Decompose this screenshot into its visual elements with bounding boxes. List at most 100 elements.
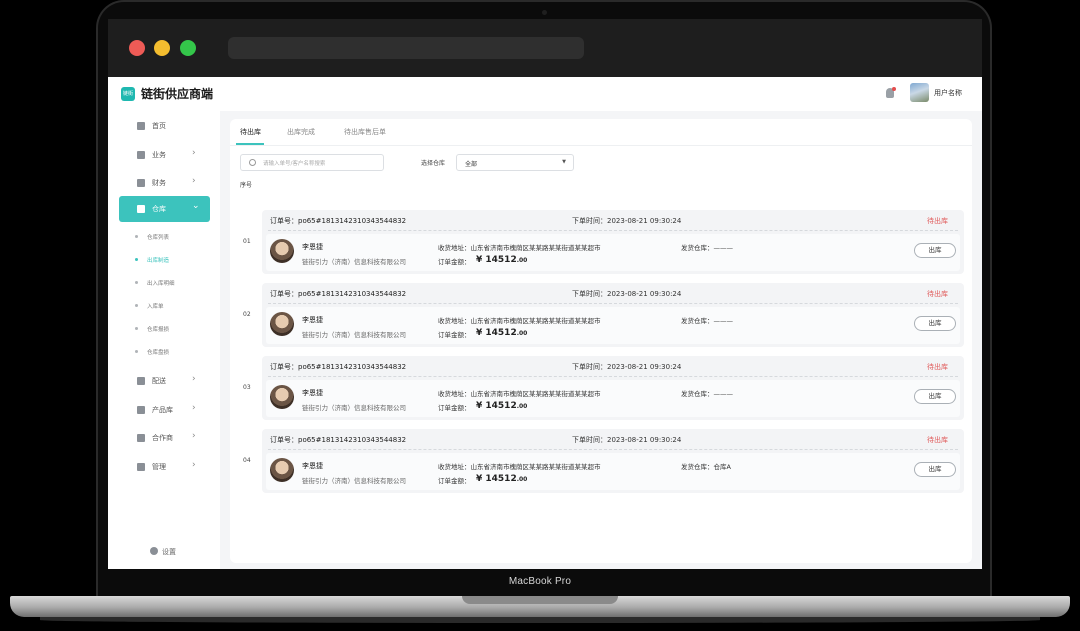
order-number: 订单号：po65#1813142310343544832 — [270, 436, 407, 444]
search-input[interactable]: 请输入单号/客户名称搜索 — [240, 154, 384, 171]
browser-bar — [108, 19, 982, 77]
laptop-mockup: 链街 链街供应商端 用户名称 首页 业务 › 财务 › 仓库 ⌄ 仓库列表 出库… — [0, 0, 1080, 631]
main-panel: 待出库 出库完成 待出库售后单 请输入单号/客户名称搜索 选择仓库 全部 ▼ 序… — [230, 119, 972, 563]
chevron-right-icon: › — [192, 374, 196, 384]
chevron-right-icon: › — [192, 176, 196, 186]
order-time: 下单时间：2023-08-21 09:30:24 — [572, 363, 682, 371]
shipping-warehouse: 发货仓库：——— — [681, 317, 733, 325]
order-number: 订单号：po65#1813142310343544832 — [270, 363, 407, 371]
chevron-right-icon: › — [192, 431, 196, 441]
order-card: 订单号：po65#1813142310343544832 下单时间：2023-0… — [262, 356, 964, 420]
status-badge: 待出库 — [927, 436, 948, 444]
sidebar-item-label: 产品库 — [152, 406, 173, 414]
user-avatar[interactable] — [910, 83, 929, 102]
search-icon — [249, 159, 256, 166]
app-logo-icon: 链街 — [121, 87, 135, 101]
sidebar-item-home[interactable]: 首页 — [119, 113, 210, 139]
sidebar-item-label: 财务 — [152, 179, 166, 187]
minimize-window-button[interactable] — [154, 40, 170, 56]
status-badge: 待出库 — [927, 290, 948, 298]
status-badge: 待出库 — [927, 217, 948, 225]
search-placeholder: 请输入单号/客户名称搜索 — [263, 161, 326, 167]
customer-name: 李恩捷 — [302, 243, 323, 251]
order-seq: 04 — [243, 457, 251, 464]
chevron-right-icon: › — [192, 148, 196, 158]
sidebar-item-label: 业务 — [152, 151, 166, 159]
order-amount: ¥ 14512.00 — [476, 474, 528, 484]
sidebar: 首页 业务 › 财务 › 仓库 ⌄ 仓库列表 出库制造 出入库明细 入库单 仓库… — [108, 111, 220, 569]
customer-avatar — [270, 239, 294, 263]
customer-avatar — [270, 458, 294, 482]
order-card: 订单号：po65#1813142310343544832 下单时间：2023-0… — [262, 210, 964, 274]
amount-label: 订单金额： — [438, 477, 471, 485]
order-number: 订单号：po65#1813142310343544832 — [270, 290, 407, 298]
sidebar-item-products[interactable]: 产品库 › — [119, 397, 210, 423]
amount-label: 订单金额： — [438, 404, 471, 412]
sidebar-item-management[interactable]: 管理 › — [119, 454, 210, 480]
box-icon — [137, 406, 145, 414]
customer-avatar — [270, 385, 294, 409]
device-label: MacBook Pro — [508, 576, 572, 587]
customer-company: 链街引力（济南）信息科技有限公司 — [302, 404, 406, 412]
order-card: 订单号：po65#1813142310343544832 下单时间：2023-0… — [262, 429, 964, 493]
chevron-down-icon: ⌄ — [192, 201, 200, 211]
outbound-button[interactable]: 出库 — [914, 316, 956, 331]
user-name[interactable]: 用户名称 — [934, 88, 962, 98]
customer-company: 链街引力（济南）信息科技有限公司 — [302, 331, 406, 339]
sidebar-item-partners[interactable]: 合作商 › — [119, 425, 210, 451]
order-time: 下单时间：2023-08-21 09:30:24 — [572, 290, 682, 298]
close-window-button[interactable] — [129, 40, 145, 56]
status-badge: 待出库 — [927, 363, 948, 371]
address-bar[interactable] — [228, 37, 584, 59]
app-title: 链街供应商端 — [141, 87, 214, 101]
truck-icon — [137, 377, 145, 385]
divider — [230, 145, 972, 146]
sidebar-item-business[interactable]: 业务 › — [119, 142, 210, 168]
tab-outbound-complete[interactable]: 出库完成 — [287, 127, 315, 137]
order-number: 订单号：po65#1813142310343544832 — [270, 217, 407, 225]
laptop-notch — [462, 596, 618, 604]
customer-avatar — [270, 312, 294, 336]
warehouse-select[interactable]: 全部 ▼ — [456, 154, 574, 171]
wallet-icon — [137, 179, 145, 187]
maximize-window-button[interactable] — [180, 40, 196, 56]
delivery-address: 收货地址：山东省济南市槐荫区某某路某某街道某某超市 — [438, 244, 601, 252]
customer-company: 链街引力（济南）信息科技有限公司 — [302, 258, 406, 266]
gear-icon — [150, 547, 158, 555]
delivery-address: 收货地址：山东省济南市槐荫区某某路某某街道某某超市 — [438, 463, 601, 471]
chevron-right-icon: › — [192, 460, 196, 470]
order-seq: 02 — [243, 311, 251, 318]
amount-label: 订单金额： — [438, 331, 471, 339]
customer-name: 李恩捷 — [302, 462, 323, 470]
tab-pending-outbound[interactable]: 待出库 — [240, 127, 261, 137]
outbound-button[interactable]: 出库 — [914, 462, 956, 477]
grid-icon — [137, 151, 145, 159]
sidebar-item-label: 首页 — [152, 122, 166, 130]
sidebar-item-finance[interactable]: 财务 › — [119, 170, 210, 196]
order-seq: 01 — [243, 238, 251, 245]
order-amount: ¥ 14512.00 — [476, 328, 528, 338]
grid-icon — [137, 463, 145, 471]
shield-icon — [137, 434, 145, 442]
customer-name: 李恩捷 — [302, 316, 323, 324]
camera-icon — [542, 10, 547, 15]
sidebar-item-label: 配送 — [152, 377, 166, 385]
customer-name: 李恩捷 — [302, 389, 323, 397]
outbound-button[interactable]: 出库 — [914, 389, 956, 404]
outbound-button[interactable]: 出库 — [914, 243, 956, 258]
app-header: 链街 链街供应商端 用户名称 — [108, 77, 982, 111]
sidebar-item-delivery[interactable]: 配送 › — [119, 368, 210, 394]
amount-label: 订单金额： — [438, 258, 471, 266]
settings-button[interactable]: 设置 — [150, 547, 176, 557]
bar-chart-icon — [137, 122, 145, 130]
order-time: 下单时间：2023-08-21 09:30:24 — [572, 217, 682, 225]
sidebar-item-label: 管理 — [152, 463, 166, 471]
order-card: 订单号：po65#1813142310343544832 下单时间：2023-0… — [262, 283, 964, 347]
tab-pending-aftersale[interactable]: 待出库售后单 — [344, 127, 386, 137]
warehouse-icon — [137, 205, 145, 213]
notification-badge — [892, 87, 896, 91]
shipping-warehouse: 发货仓库：仓库A — [681, 463, 731, 471]
order-amount: ¥ 14512.00 — [476, 401, 528, 411]
shipping-warehouse: 发货仓库：——— — [681, 244, 733, 252]
sidebar-item-warehouse[interactable]: 仓库 ⌄ — [119, 196, 210, 222]
